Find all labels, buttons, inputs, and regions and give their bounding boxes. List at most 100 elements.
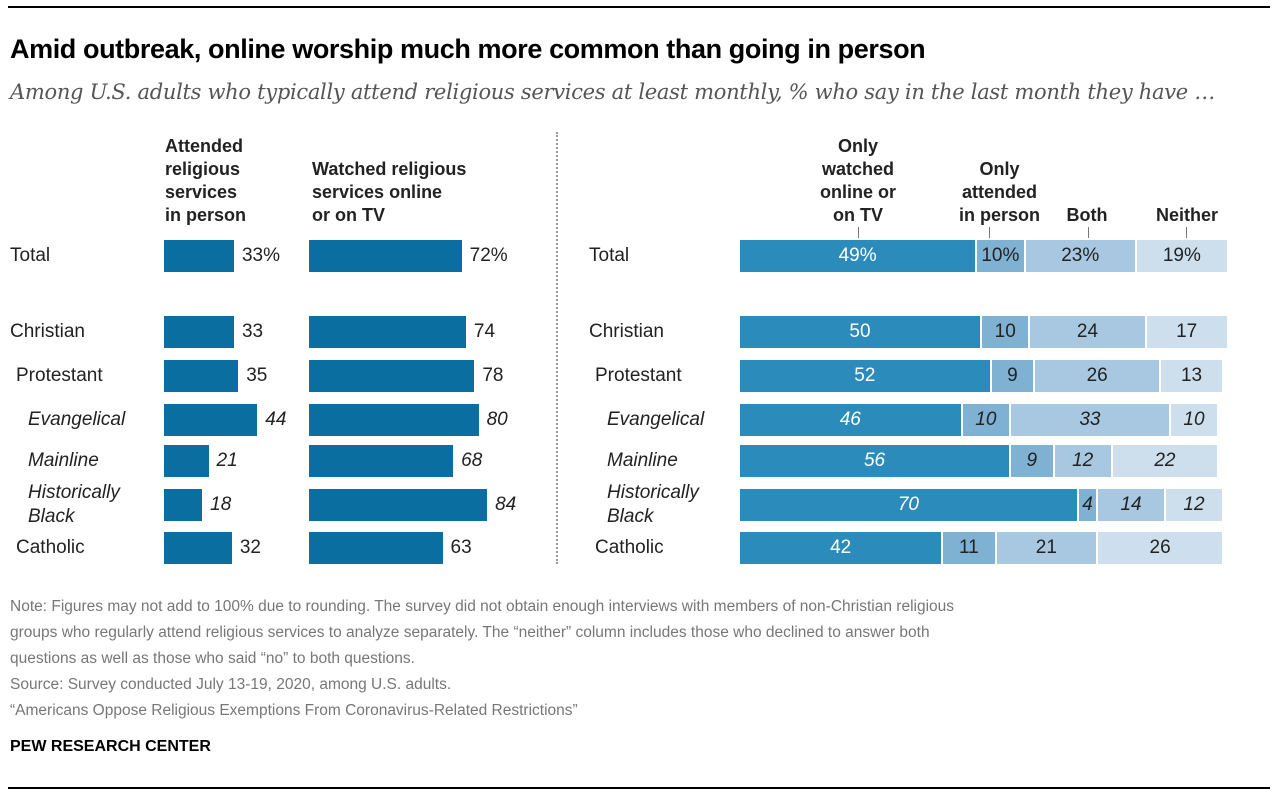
bar-attended-total (164, 240, 234, 272)
bar-attended-mainline (164, 445, 209, 477)
segment-label: 10 (994, 321, 1016, 342)
header-line: in person (958, 205, 1040, 225)
segment-label: 24 (1076, 321, 1099, 342)
segment-label: 9 (1026, 450, 1038, 471)
data-label: 74 (473, 321, 496, 342)
right-row-label-protestant: Protestant (595, 364, 682, 388)
right-row-label-evangelical: Evangelical (607, 408, 704, 432)
left-row-label-mainline: Mainline (28, 449, 99, 473)
note-line-2: groups who regularly attend religious se… (10, 624, 930, 641)
segment-label: 11 (959, 537, 979, 558)
row-label-line: Historically (28, 482, 120, 503)
row-label-line: Mainline (607, 450, 678, 471)
row-label-line: Evangelical (607, 409, 705, 430)
header-tick (989, 227, 990, 238)
row-label-line: Catholic (16, 537, 85, 558)
header-line: attended (961, 182, 1037, 202)
pew-brand-logo: PEW RESEARCH CENTER (10, 738, 211, 755)
segment-label: 14 (1120, 494, 1142, 515)
chart-title: Amid outbreak, online worship much more … (10, 34, 926, 64)
chart-subtitle: Among U.S. adults who typically attend r… (10, 80, 1215, 104)
data-label: 78 (482, 365, 504, 386)
left-row-label-historically-black: Historically Black (28, 481, 120, 529)
bar-attended-historically-black (164, 489, 203, 521)
segment-label: 49% (838, 245, 877, 266)
bar-attended-christian (164, 316, 234, 348)
segment-label: 42 (830, 537, 852, 558)
right-row-label-mainline: Mainline (607, 449, 678, 473)
top-rule (8, 6, 1270, 8)
bar-watched-christian (309, 316, 466, 348)
segment-label: 19% (1162, 245, 1201, 266)
segment-label: 10 (1183, 409, 1205, 430)
segment-label: 23% (1061, 245, 1100, 266)
left-row-label-total: Total (10, 244, 50, 268)
row-label-line: Total (10, 245, 51, 266)
header-tick (1186, 227, 1187, 238)
bar-watched-catholic (309, 532, 443, 564)
row-label-line: Evangelical (28, 409, 126, 430)
row-label-line: Mainline (28, 450, 99, 471)
bar-attended-catholic (164, 532, 232, 564)
row-label-line: Black (28, 506, 75, 527)
data-label: 35 (246, 365, 268, 386)
right-row-label-historically-black: Historically Black (607, 481, 699, 529)
data-label: 84 (495, 494, 517, 515)
data-label: 21 (216, 450, 238, 471)
source-line: Source: Survey conducted July 13-19, 202… (10, 676, 452, 693)
bar-watched-protestant (309, 360, 475, 392)
row-label-line: Christian (589, 321, 664, 342)
header-line: on TV (833, 205, 883, 225)
header-line: religious (165, 159, 241, 179)
header-line: Both (1066, 205, 1108, 225)
segment-label: 50 (849, 321, 871, 342)
bar-attended-evangelical (164, 404, 258, 436)
header-line: Neither (1155, 205, 1218, 225)
data-label: 63 (450, 537, 472, 558)
header-attended-in-person: Attended religious services in person (165, 135, 246, 227)
header-neither: Neither (1142, 204, 1232, 227)
note-line-3: questions as well as those who said “no”… (10, 650, 415, 667)
right-row-label-total: Total (589, 244, 629, 268)
segment-label: 52 (854, 365, 876, 386)
bar-watched-total (309, 240, 462, 272)
segment-label: 22 (1154, 450, 1176, 471)
data-label: 18 (210, 494, 232, 515)
header-line: Only (979, 159, 1020, 179)
header-line: or on TV (312, 205, 385, 225)
segment-label: 13 (1180, 365, 1203, 386)
bar-watched-evangelical (309, 404, 479, 436)
right-row-label-christian: Christian (589, 320, 664, 344)
header-line: Attended (165, 136, 243, 156)
segment-label: 56 (863, 450, 886, 471)
row-label-line: Christian (10, 321, 85, 342)
row-label-line: Total (589, 245, 630, 266)
segment-label: 12 (1072, 450, 1094, 471)
data-label: 72% (469, 245, 508, 266)
data-label: 33 (241, 321, 264, 342)
row-label-line: Historically (607, 482, 699, 503)
segment-label: 26 (1086, 365, 1108, 386)
bottom-rule (8, 787, 1270, 789)
segment-label: 10% (981, 245, 1020, 266)
segment-label: 17 (1176, 321, 1198, 342)
header-line: services (165, 182, 238, 202)
header-line: services online (312, 182, 443, 202)
bar-watched-mainline (309, 445, 454, 477)
left-row-label-protestant: Protestant (16, 364, 103, 388)
row-label-line: Black (607, 506, 654, 527)
header-tick (858, 227, 859, 238)
bar-watched-historically-black (309, 489, 488, 521)
header-tick (1088, 227, 1089, 238)
header-line: Watched religious (312, 159, 467, 179)
right-row-label-catholic: Catholic (595, 536, 664, 560)
row-label-line: Protestant (595, 365, 682, 386)
data-label: 32 (239, 537, 261, 558)
note-line-1: Note: Figures may not add to 100% due to… (10, 598, 955, 615)
data-label: 80 (486, 409, 508, 430)
data-label: 33% (241, 245, 280, 266)
segment-label: 9 (1007, 365, 1018, 386)
row-label-line: Catholic (595, 537, 664, 558)
row-label-line: Protestant (16, 365, 103, 386)
segment-label: 33 (1079, 409, 1101, 430)
